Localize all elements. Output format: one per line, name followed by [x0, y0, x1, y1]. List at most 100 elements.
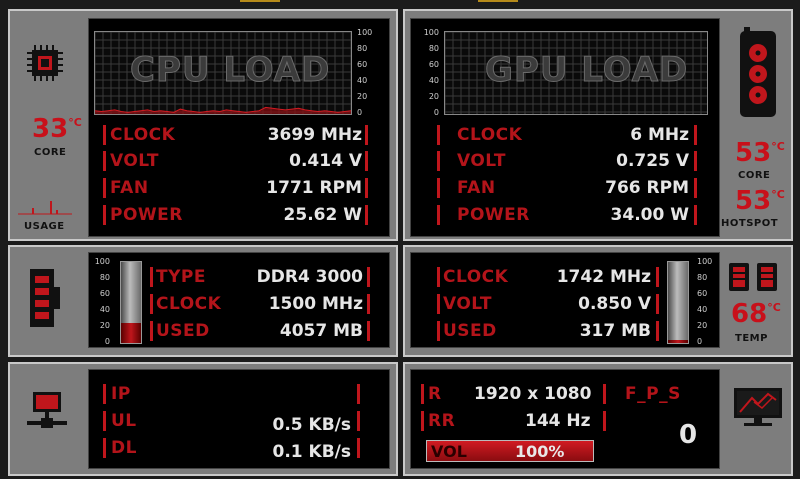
axis-tick-label: 100 [357, 28, 373, 37]
gpu-clock-value: 6 MHz [630, 125, 689, 145]
network-ul-label: UL [111, 411, 137, 431]
network-dl-value: 0.1 KB/s [272, 442, 352, 462]
axis-tick-label: 80 [99, 273, 110, 282]
network-row-marker [103, 438, 106, 458]
cpu-row-marker [103, 151, 106, 171]
vram-row-marker [437, 294, 440, 314]
volume-value: 100% [515, 442, 565, 461]
cpu-volt-label: VOLT [110, 151, 159, 171]
axis-tick-label: 100 [94, 257, 110, 266]
cpu-load-chart: CPU LOAD [94, 31, 352, 115]
axis-tick-label: 20 [357, 92, 368, 101]
ram-row-marker [367, 321, 370, 341]
gpu-row-marker [437, 178, 440, 198]
ram-row-marker [150, 294, 153, 314]
vram-used-label: USED [443, 321, 497, 341]
display-row-marker [421, 411, 424, 431]
axis-tick-label: 100 [423, 28, 439, 37]
gpu-row-marker [694, 205, 697, 225]
network-panel: IP UL 0.5 KB/s DL 0.1 KB/s [8, 362, 398, 476]
volume-label: VOL [431, 442, 467, 461]
network-row-marker [357, 411, 360, 431]
cpu-usage-label: USAGE [24, 221, 65, 232]
ram-module-icon [30, 269, 60, 327]
vram-clock-label: CLOCK [443, 267, 509, 287]
cpu-chart-title: CPU LOAD [129, 50, 331, 91]
axis-tick-label: 40 [99, 305, 110, 314]
vram-volt-label: VOLT [443, 294, 492, 314]
network-dl-label: DL [111, 438, 137, 458]
vram-row-marker [656, 267, 659, 287]
ram-used-label: USED [156, 321, 210, 341]
fps-value: 0 [679, 420, 698, 450]
monitor-icon [734, 388, 782, 426]
cpu-fan-label: FAN [110, 178, 149, 198]
resolution-value: 1920 x 1080 [474, 384, 592, 404]
ram-usage-fill [121, 322, 141, 343]
cpu-fan-value: 1771 RPM [266, 178, 362, 198]
vram-volt-value: 0.850 V [578, 294, 651, 314]
axis-tick-label: 80 [697, 273, 708, 282]
ram-clock-label: CLOCK [156, 294, 222, 314]
top-accent-left [240, 0, 280, 2]
cpu-panel: 33°C CORE USAGE CPU LOAD 100 80 60 40 20 0 CL… [8, 9, 398, 241]
gpu-hotspot-temp: 53°C [735, 186, 785, 216]
gpu-row-marker [437, 125, 440, 145]
resolution-label: R [428, 384, 442, 404]
axis-tick-label: 40 [357, 76, 368, 85]
vram-used-value: 317 MB [579, 321, 651, 341]
gpu-hotspot-label: HOTSPOT [721, 218, 779, 229]
gpu-fan-value: 766 RPM [605, 178, 689, 198]
volume-bar: VOL 100% [426, 440, 594, 462]
cpu-row-marker [365, 151, 368, 171]
ram-row-marker [150, 321, 153, 341]
axis-tick-label: 80 [357, 44, 368, 53]
cpu-clock-value: 3699 MHz [267, 125, 362, 145]
vram-row-marker [437, 267, 440, 287]
memory-chips-icon [729, 263, 777, 291]
axis-tick-label: 0 [357, 108, 363, 117]
display-panel: R 1920 x 1080 RR 144 Hz VOL 100% F_P_S 0 [403, 362, 793, 476]
gpu-chart-title: GPU LOAD [484, 50, 689, 91]
cpu-row-marker [103, 178, 106, 198]
gpu-power-label: POWER [457, 205, 530, 225]
gpu-chart-axis: 100 80 60 40 20 0 [413, 28, 441, 117]
gpu-clock-label: CLOCK [457, 125, 523, 145]
gpu-row-marker [437, 151, 440, 171]
vram-usage-bar [667, 261, 689, 344]
graphics-card-icon [740, 27, 776, 117]
cpu-chip-icon [27, 45, 63, 81]
cpu-core-label: CORE [34, 147, 67, 158]
gpu-core-temp: 53°C [735, 138, 785, 168]
cpu-row-marker [365, 125, 368, 145]
ram-type-value: DDR4 3000 [256, 267, 363, 287]
cpu-row-marker [103, 205, 106, 225]
cpu-volt-value: 0.414 V [289, 151, 362, 171]
network-row-marker [357, 384, 360, 404]
ram-panel: 100 80 60 40 20 0 TYPE DDR4 3000 CLOCK 1500 M… [8, 245, 398, 357]
cpu-display: CPU LOAD 100 80 60 40 20 0 CLOCK 3699 MHz VOL… [88, 18, 390, 237]
fps-label: F_P_S [625, 384, 681, 404]
gpu-row-marker [694, 178, 697, 198]
ram-bar-axis: 100 80 60 40 20 0 [92, 257, 112, 346]
axis-tick-label: 20 [697, 321, 708, 330]
ram-usage-bar [120, 261, 142, 344]
gpu-fan-label: FAN [457, 178, 496, 198]
gpu-volt-label: VOLT [457, 151, 506, 171]
axis-tick-label: 80 [428, 44, 439, 53]
refresh-rate-label: RR [428, 411, 456, 431]
network-icon [27, 392, 67, 428]
network-row-marker [357, 438, 360, 458]
cpu-row-marker [365, 205, 368, 225]
vram-temp-label: TEMP [735, 333, 768, 344]
axis-tick-label: 60 [428, 60, 439, 69]
cpu-power-label: POWER [110, 205, 183, 225]
axis-tick-label: 0 [697, 337, 703, 346]
gpu-core-label: CORE [738, 170, 771, 181]
top-accent-right [478, 0, 518, 2]
display-row-marker [603, 411, 606, 431]
gpu-power-value: 34.00 W [610, 205, 689, 225]
network-ul-value: 0.5 KB/s [272, 415, 352, 435]
gpu-volt-value: 0.725 V [616, 151, 689, 171]
axis-tick-label: 60 [357, 60, 368, 69]
